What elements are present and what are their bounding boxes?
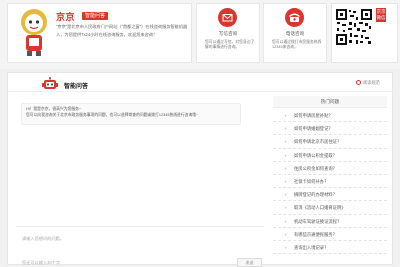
phone-icon [285, 8, 304, 27]
char-counter: 您还可以输入30个字 [22, 260, 61, 265]
hot-question-item[interactable]: › 如何申请房屋补贴？ [273, 109, 387, 123]
hot-question-item[interactable]: › 如何申请北京市居住证？ [273, 135, 387, 149]
letter-consult-card[interactable]: 写信咨询 您可以通过写信，对您身边了解的事情进行咨询。 [196, 3, 260, 63]
question-input[interactable]: 请输入您想问的问题。 [22, 236, 64, 242]
letter-consult-desc: 您可以通过写信，对您身边了解的事情进行咨询。 [205, 40, 255, 50]
arrow-right-icon: › [285, 152, 287, 158]
arrow-right-icon: › [285, 113, 287, 118]
hot-question-label: 如何申请公积金提取？ [294, 152, 337, 158]
intro-card: 京京 智能问答 “京京”是北京市人民政府门户网站（“首都之窗”）在线咨询服务智能… [7, 3, 192, 63]
phone-consult-desc: 您可以通过拨打市民服务热线12345来咨询。 [272, 40, 322, 50]
arrow-right-icon: › [285, 231, 287, 237]
info-icon [355, 80, 361, 86]
wechat-qr-card: 京京微信 [331, 3, 398, 63]
hot-questions-panel: 热门问题 › 如何申请房屋补贴？ › 如何申请婚姻登记？ › 如何申请北京市居住证？ … [273, 96, 387, 266]
reading-rules-label: 阅读规范 [362, 80, 380, 85]
qr-label: 京京微信 [376, 8, 386, 22]
reading-rules-link[interactable]: 阅读规范 [355, 80, 380, 86]
arrow-right-icon: › [285, 205, 287, 211]
qa-panel: 智能问答 阅读规范 Hi！我是京京，很高兴为您服务~ 您可以向我咨询关于北京市政… [7, 72, 394, 267]
question-input-area[interactable]: 请输入您想问的问题。 您还可以输入30个字 发送 [16, 226, 264, 267]
brand-badge: 智能问答 [82, 12, 109, 20]
hot-question-label: 摘牌登记的办理材料？ [294, 192, 337, 198]
greeting-line-2: 您可以向我咨询关于北京市政务服务事项的问题，也可以选择常查的问题或拨打12345… [26, 113, 199, 117]
hot-question-label: 社保卡如何补办？ [294, 178, 329, 184]
hot-question-item[interactable]: › 社保卡如何补办？ [273, 175, 387, 189]
chat-area: Hi！我是京京，很高兴为您服务~ 您可以向我咨询关于北京市政务服务事项的问题，也… [16, 96, 264, 226]
phone-consult-title: 电话咨询 [285, 31, 305, 36]
hot-question-label: 查询出入境记录？ [294, 244, 329, 250]
mail-icon [218, 8, 237, 27]
hot-questions-title: 热门问题 [320, 99, 340, 104]
brand-name: 京京 [56, 12, 76, 22]
qr-code-icon [335, 8, 373, 46]
hot-question-item[interactable]: › 住房公积金如何查询？ [273, 162, 387, 175]
arrow-right-icon: › [285, 165, 287, 171]
arrow-right-icon: › [285, 218, 287, 224]
send-button[interactable]: 发送 [237, 258, 262, 267]
greeting-bubble: Hi！我是京京，很高兴为您服务~ 您可以向我咨询关于北京市政务服务事项的问题，也… [21, 103, 241, 125]
hot-questions-list: › 如何申请房屋补贴？ › 如何申请婚姻登记？ › 如何申请北京市居住证？ › 如何申请… [273, 109, 387, 255]
hot-question-label: 如何申请北京市居住证？ [294, 139, 342, 145]
hot-question-label: 如何申请婚姻登记？ [294, 126, 333, 132]
hot-question-item[interactable]: › 如何申请公积金提取？ [273, 149, 387, 162]
hot-question-label: 有哪些京通便民服务？ [294, 231, 337, 237]
arrow-right-icon: › [285, 139, 287, 145]
arrow-right-icon: › [285, 192, 287, 198]
hot-questions-header: 热门问题 [273, 96, 387, 108]
hot-question-item[interactable]: › 查询出入境记录？ [273, 241, 387, 255]
intro-description: “京京”是北京市人民政府门户网站（“首都之窗”）在线咨询服务智能机器人，为您提供… [56, 24, 188, 37]
qa-title: 智能问答 [64, 84, 89, 90]
top-banner: 京京 智能问答 “京京”是北京市人民政府门户网站（“首都之窗”）在线咨询服务智能… [0, 0, 400, 69]
arrow-right-icon: › [285, 126, 287, 132]
hot-question-item[interactable]: › 取消《流动人口婚育证明》 [273, 201, 387, 215]
hot-question-label: 如何申请房屋补贴？ [294, 113, 333, 118]
hot-question-item[interactable]: › 如何申请婚姻登记？ [273, 122, 387, 136]
hot-question-label: 取消《流动人口婚育证明》 [294, 205, 346, 211]
hot-question-label: 住房公积金如何查询？ [294, 165, 337, 171]
robot-icon [42, 77, 58, 89]
hot-question-item[interactable]: › 摘牌登记的办理材料？ [273, 188, 387, 202]
mascot-icon [21, 9, 47, 56]
hot-question-item[interactable]: › 有哪些京通便民服务？ [273, 228, 387, 241]
phone-consult-card[interactable]: 电话咨询 您可以通过拨打市民服务热线12345来咨询。 [263, 3, 327, 63]
arrow-right-icon: › [285, 244, 287, 250]
qa-header: 智能问答 阅读规范 [8, 73, 394, 92]
letter-consult-title: 写信咨询 [218, 31, 238, 36]
hot-question-item[interactable]: › 机动车驾驶证换证流程？ [273, 215, 387, 228]
hot-question-label: 机动车驾驶证换证流程？ [294, 218, 342, 224]
arrow-right-icon: › [285, 178, 287, 184]
